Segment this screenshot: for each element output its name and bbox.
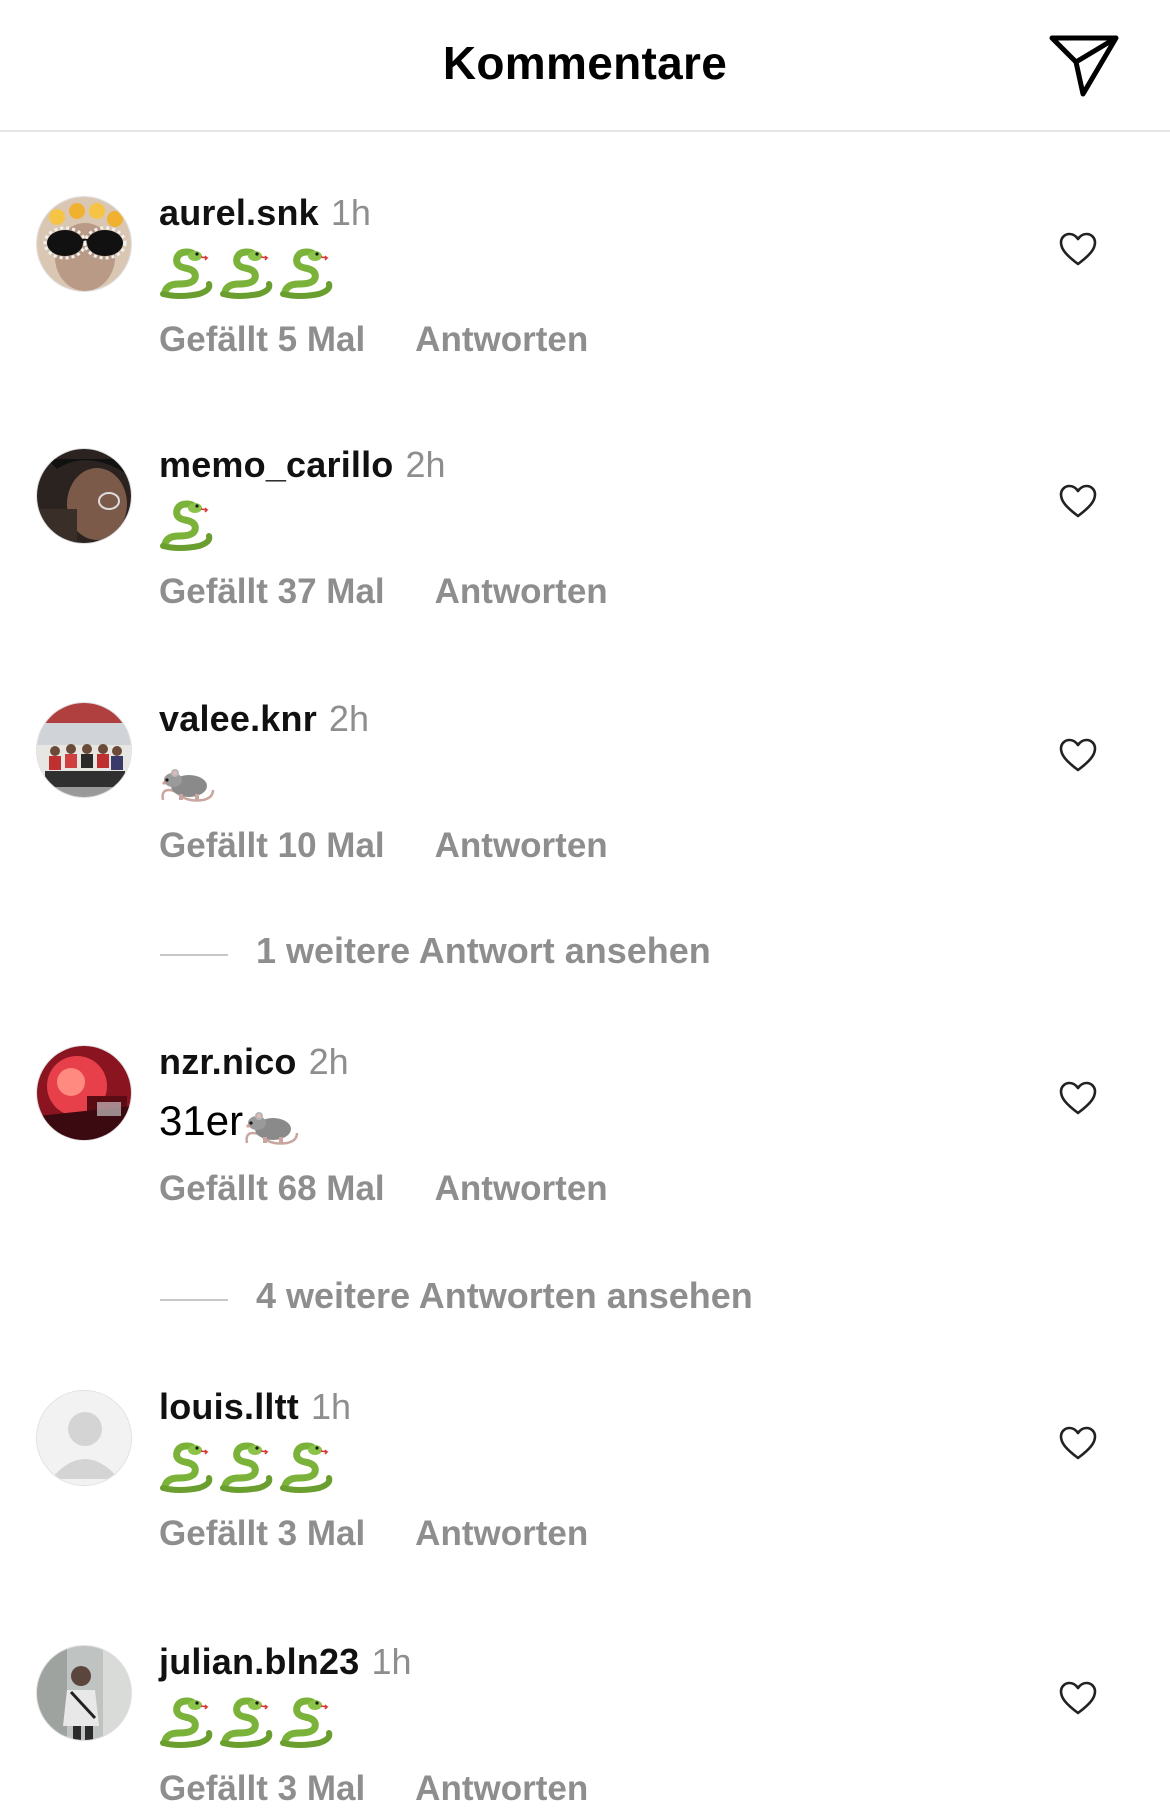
comment-text [159, 1438, 335, 1498]
default-avatar-icon [37, 1391, 131, 1485]
avatar[interactable] [36, 448, 132, 544]
comment-time: 2h [308, 1041, 349, 1082]
comment-item: julian.bln23 1h Gefällt 3 Mal Antworten [0, 1641, 1170, 1819]
snake-emoji-icon [160, 1442, 213, 1493]
heart-icon [1059, 1081, 1097, 1115]
snake-emoji-icon [160, 248, 213, 299]
comment-username[interactable]: louis.lltt [159, 1386, 299, 1427]
heart-icon [1059, 232, 1097, 266]
comment-time: 1h [330, 192, 371, 233]
paper-plane-icon [1049, 35, 1119, 97]
reply-button[interactable]: Antworten [415, 320, 588, 359]
reply-button[interactable]: Antworten [435, 572, 608, 611]
snake-emoji-icon [280, 1697, 333, 1748]
heart-icon [1059, 1426, 1097, 1460]
rat-emoji-icon [161, 769, 215, 802]
likes-count[interactable]: Gefällt 10 Mal [159, 826, 385, 865]
avatar-sunglasses-image [37, 197, 131, 291]
reply-button[interactable]: Antworten [415, 1769, 588, 1808]
like-button[interactable] [1058, 1079, 1098, 1119]
avatar[interactable] [36, 702, 132, 798]
like-button[interactable] [1058, 736, 1098, 776]
snake-emoji-icon [220, 248, 273, 299]
comment-text-body: 31er [159, 1097, 244, 1144]
snake-emoji-icon [280, 1442, 333, 1493]
view-more-replies-button[interactable]: 4 weitere Antworten ansehen [160, 1275, 960, 1325]
comment-item: nzr.nico 2h 31er Gefällt 68 Mal Antworten [0, 1041, 1170, 1255]
heart-icon [1059, 1681, 1097, 1715]
avatar[interactable] [36, 1645, 132, 1741]
heart-icon [1059, 738, 1097, 772]
comment-text [159, 1693, 335, 1753]
reply-thread-line [160, 954, 228, 956]
likes-count[interactable]: Gefällt 5 Mal [159, 320, 365, 359]
reply-thread-line [160, 1299, 228, 1301]
comment-item: valee.knr 2h Gefällt 10 Mal Antworten [0, 698, 1170, 912]
comment-username[interactable]: aurel.snk [159, 192, 319, 233]
likes-count[interactable]: Gefällt 3 Mal [159, 1769, 365, 1808]
comment-text [159, 750, 217, 810]
comment-time: 2h [405, 444, 446, 485]
reply-button[interactable]: Antworten [435, 1169, 608, 1208]
page-title: Kommentare [442, 37, 728, 89]
more-replies-label: 1 weitere Antwort ansehen [256, 930, 711, 971]
snake-emoji-icon [220, 1442, 273, 1493]
comment-username[interactable]: memo_carillo [159, 444, 394, 485]
comment-time: 1h [311, 1386, 352, 1427]
likes-count[interactable]: Gefällt 68 Mal [159, 1169, 385, 1208]
like-button[interactable] [1058, 1424, 1098, 1464]
snake-emoji-icon [160, 1697, 213, 1748]
comment-time: 1h [371, 1641, 412, 1682]
rat-emoji-icon [245, 1112, 299, 1145]
avatar[interactable] [36, 1390, 132, 1486]
send-button[interactable] [1046, 30, 1122, 100]
reply-button[interactable]: Antworten [415, 1514, 588, 1553]
avatar-group-photo-image [37, 703, 131, 797]
reply-button[interactable]: Antworten [435, 826, 608, 865]
header-bar: Kommentare [0, 0, 1170, 132]
avatar[interactable] [36, 196, 132, 292]
comment-item: aurel.snk 1h Gefällt 5 Mal Antworten [0, 192, 1170, 406]
comment-username[interactable]: nzr.nico [159, 1041, 297, 1082]
avatar-dark-portrait-image [37, 449, 131, 543]
likes-count[interactable]: Gefällt 37 Mal [159, 572, 385, 611]
comment-time: 2h [328, 698, 369, 739]
comment-text [159, 244, 335, 304]
comment-text: 31er [159, 1093, 301, 1153]
snake-emoji-icon [160, 500, 213, 551]
snake-emoji-icon [280, 248, 333, 299]
view-more-replies-button[interactable]: 1 weitere Antwort ansehen [160, 930, 960, 980]
like-button[interactable] [1058, 1679, 1098, 1719]
like-button[interactable] [1058, 230, 1098, 270]
avatar-red-flares-image [37, 1046, 131, 1140]
comment-item: memo_carillo 2h Gefällt 37 Mal Antworten [0, 444, 1170, 658]
comment-username[interactable]: valee.knr [159, 698, 317, 739]
comment-username[interactable]: julian.bln23 [159, 1641, 359, 1682]
heart-icon [1059, 484, 1097, 518]
snake-emoji-icon [220, 1697, 273, 1748]
avatar-street-photo-image [37, 1646, 131, 1740]
avatar[interactable] [36, 1045, 132, 1141]
more-replies-label: 4 weitere Antworten ansehen [256, 1275, 753, 1316]
like-button[interactable] [1058, 482, 1098, 522]
likes-count[interactable]: Gefällt 3 Mal [159, 1514, 365, 1553]
comment-item: louis.lltt 1h Gefällt 3 Mal Antworten [0, 1386, 1170, 1600]
comment-text [159, 496, 215, 556]
